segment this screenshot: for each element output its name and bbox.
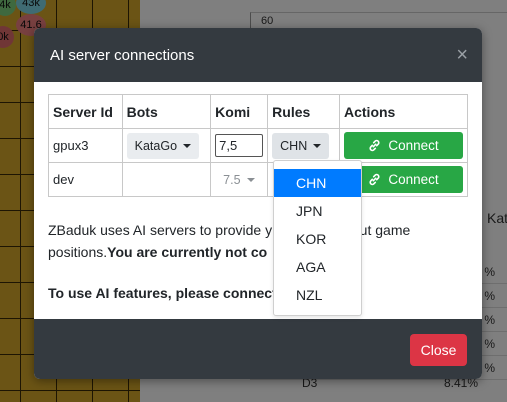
bot-select-value: KataGo bbox=[134, 138, 178, 153]
caret-down-icon bbox=[246, 177, 255, 182]
description-line2: positions. bbox=[48, 244, 108, 260]
rules-select[interactable]: CHN bbox=[272, 132, 330, 159]
modal-header: AI server connections × bbox=[34, 28, 482, 82]
rules-select-value: CHN bbox=[280, 138, 308, 153]
close-icon[interactable]: × bbox=[456, 45, 468, 65]
server-id: dev bbox=[48, 162, 123, 197]
description-start: ZBaduk uses AI servers to provide y bbox=[48, 222, 273, 238]
description-warning: You are currently not co bbox=[107, 244, 268, 260]
komi-input[interactable] bbox=[215, 134, 264, 157]
header-bots: Bots bbox=[121, 94, 212, 129]
dropdown-item-aga[interactable]: AGA bbox=[274, 253, 361, 281]
komi-cell bbox=[210, 128, 269, 163]
dropdown-item-kor[interactable]: KOR bbox=[274, 225, 361, 253]
caret-down-icon bbox=[183, 143, 192, 148]
instruction-text: To use AI features, please connect bbox=[48, 285, 277, 301]
bots-cell: KataGo bbox=[121, 128, 212, 163]
link-icon bbox=[369, 139, 380, 152]
connect-button[interactable]: Connect bbox=[344, 132, 463, 159]
komi-select-value: 7.5 bbox=[223, 172, 241, 187]
server-row: dev 7.5 Connect bbox=[48, 162, 468, 197]
server-row: gpux3 KataGo CHN bbox=[48, 128, 468, 163]
server-id: gpux3 bbox=[48, 128, 123, 163]
actions-cell: Connect bbox=[339, 128, 468, 163]
table-header-row: Server Id Bots Komi Rules Actions bbox=[48, 94, 468, 129]
connect-label: Connect bbox=[388, 172, 439, 187]
header-komi: Komi bbox=[210, 94, 269, 129]
modal-footer: Close bbox=[34, 319, 482, 379]
komi-select[interactable]: 7.5 bbox=[215, 167, 262, 193]
dropdown-item-chn[interactable]: CHN bbox=[274, 169, 361, 197]
modal-body: Server Id Bots Komi Rules Actions gpux3 … bbox=[34, 82, 482, 319]
ai-server-modal: AI server connections × Server Id Bots K… bbox=[34, 28, 482, 379]
link-icon bbox=[369, 173, 380, 186]
bots-cell bbox=[121, 162, 212, 197]
description-text: ZBaduk uses AI servers to provide y bout … bbox=[48, 219, 468, 263]
connect-label: Connect bbox=[388, 138, 439, 153]
dropdown-item-nzl[interactable]: NZL bbox=[274, 281, 361, 309]
caret-down-icon bbox=[313, 143, 322, 148]
modal-title: AI server connections bbox=[50, 46, 195, 64]
header-server-id: Server Id bbox=[48, 94, 123, 129]
rules-cell: CHN bbox=[267, 128, 340, 163]
header-actions: Actions bbox=[339, 94, 468, 129]
bot-select[interactable]: KataGo bbox=[126, 132, 200, 159]
server-table: Server Id Bots Komi Rules Actions gpux3 … bbox=[48, 94, 468, 197]
dropdown-item-jpn[interactable]: JPN bbox=[274, 197, 361, 225]
rules-dropdown-menu: CHN JPN KOR AGA NZL bbox=[273, 160, 362, 316]
komi-cell: 7.5 bbox=[210, 162, 269, 197]
header-rules: Rules bbox=[267, 94, 340, 129]
close-button[interactable]: Close bbox=[410, 334, 467, 366]
